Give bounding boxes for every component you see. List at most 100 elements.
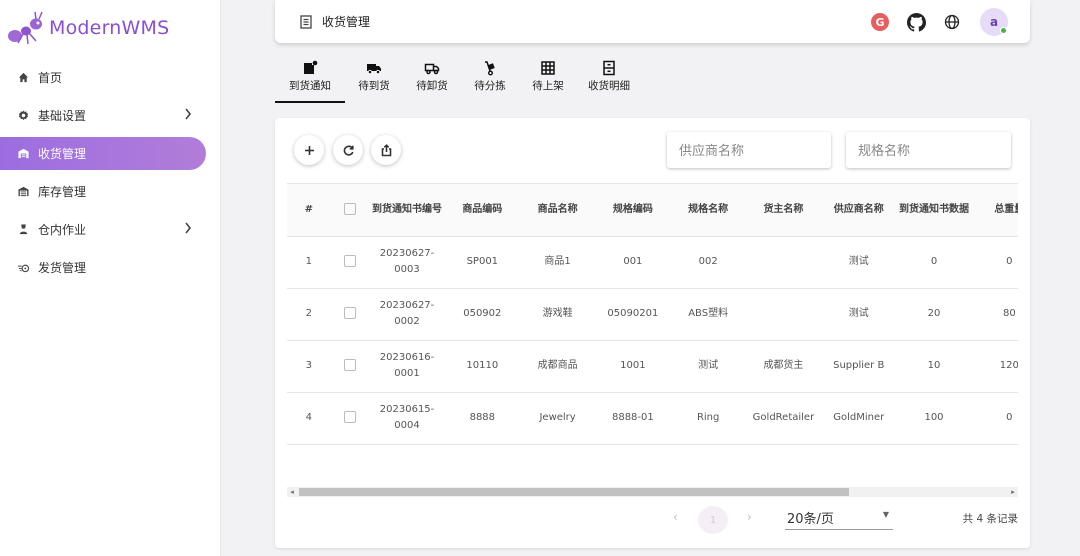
sidebar-item-warehouse-ops[interactable]: 仓内作业 (0, 213, 220, 246)
chevron-right-icon (184, 222, 194, 236)
col-goods-code-header[interactable]: 商品编码 (444, 184, 520, 237)
cell-total-weight: 0 (971, 236, 1018, 289)
refresh-icon (343, 145, 354, 156)
cell-index: 4 (287, 392, 331, 445)
shipping-icon (16, 261, 30, 275)
top-bar: 收货管理 G a (275, 0, 1030, 43)
col-notice-no-header[interactable]: 到货通知书编号 (369, 184, 445, 237)
tab-receiving-detail[interactable]: 收货明细 (577, 58, 641, 103)
document-icon (300, 14, 312, 29)
avatar-letter: a (989, 15, 999, 29)
prev-page-button[interactable]: ‹ (673, 510, 678, 524)
sidebar: ModernWMS 首页 基础设置 收货管理 库存管理 仓内作业 发货管理 (0, 0, 221, 556)
cell-spec-name: ABS塑料 (670, 288, 746, 341)
app-name: ModernWMS (49, 17, 170, 39)
col-notice-qty-header[interactable]: 到货通知书数据 (896, 184, 972, 237)
row-checkbox[interactable] (344, 411, 357, 423)
cell-goods-name: 商品1 (519, 236, 596, 289)
page-size-select[interactable]: 20条/页 ▼ (785, 508, 893, 530)
tab-label: 待上架 (532, 80, 564, 92)
supplier-name-search[interactable] (667, 132, 831, 168)
row-checkbox[interactable] (344, 255, 357, 267)
sidebar-item-label: 基础设置 (38, 109, 87, 123)
cell-select[interactable] (330, 236, 370, 289)
cell-select[interactable] (330, 340, 370, 393)
cell-spec-name: 002 (670, 236, 746, 289)
ant-logo-icon (8, 11, 43, 45)
tab-label: 收货明细 (588, 80, 630, 92)
cell-goods-name: 游戏鞋 (519, 288, 596, 341)
sidebar-item-shipping[interactable]: 发货管理 (0, 251, 220, 284)
app-logo[interactable]: ModernWMS (0, 0, 220, 56)
row-checkbox[interactable] (344, 359, 357, 371)
sidebar-item-receiving[interactable]: 收货管理 (0, 137, 206, 170)
col-supplier-name-header[interactable]: 供应商名称 (821, 184, 897, 237)
cell-spec-code: 05090201 (595, 288, 671, 341)
cell-notice-no: 20230627-0003 (369, 236, 445, 289)
refresh-button[interactable] (333, 135, 363, 165)
spec-name-search[interactable] (846, 132, 1011, 168)
export-button[interactable] (371, 135, 401, 165)
scrollbar-thumb[interactable] (299, 488, 849, 496)
table-row[interactable]: 1 20230627-0003 SP001 商品1 001 002 测试 0 0 (287, 236, 1018, 289)
online-status-dot (1000, 27, 1007, 34)
cell-total-weight: 0 (971, 392, 1018, 445)
truck-icon (366, 60, 382, 76)
main-card: # 到货通知书编号 商品编码 商品名称 规格编码 规格名称 货主名称 供应商名称… (275, 118, 1030, 548)
cell-owner-name (745, 288, 822, 341)
data-table-container: # 到货通知书编号 商品编码 商品名称 规格编码 规格名称 货主名称 供应商名称… (287, 183, 1018, 500)
table-header-row: # 到货通知书编号 商品编码 商品名称 规格编码 规格名称 货主名称 供应商名称… (287, 184, 1018, 237)
add-button[interactable] (294, 135, 324, 165)
current-page-button[interactable]: 1 (698, 506, 728, 534)
cell-goods-code: 8888 (444, 392, 520, 445)
col-total-weight-header[interactable]: 总重量 (971, 184, 1018, 237)
pagination: ‹ 1 › 20条/页 ▼ 共 4 条记录 (275, 506, 1030, 534)
horizontal-scrollbar[interactable]: ◂ ▸ (287, 487, 1018, 497)
cell-supplier-name: 测试 (821, 288, 897, 341)
sidebar-item-inventory[interactable]: 库存管理 (0, 175, 220, 208)
tab-awaiting-sort[interactable]: 待分拣 (461, 58, 519, 103)
cell-spec-name: 测试 (670, 340, 746, 393)
table-row[interactable]: 2 20230627-0002 050902 游戏鞋 05090201 ABS塑… (287, 288, 1018, 341)
cell-notice-no: 20230627-0002 (369, 288, 445, 341)
table-row[interactable]: 4 20230615-0004 8888 Jewelry 8888-01 Rin… (287, 392, 1018, 445)
col-goods-name-header[interactable]: 商品名称 (519, 184, 596, 237)
avatar[interactable]: a (980, 8, 1008, 36)
arrival-notice-table: # 到货通知书编号 商品编码 商品名称 规格编码 规格名称 货主名称 供应商名称… (287, 184, 1018, 445)
next-page-button[interactable]: › (747, 510, 752, 524)
export-icon (381, 143, 391, 156)
spec-name-input[interactable] (858, 142, 1011, 158)
cell-supplier-name: 测试 (821, 236, 897, 289)
github-icon[interactable] (906, 12, 926, 32)
cell-index: 3 (287, 340, 331, 393)
col-spec-code-header[interactable]: 规格编码 (595, 184, 671, 237)
cell-spec-code: 1001 (595, 340, 671, 393)
tab-awaiting-unload[interactable]: 待卸货 (403, 58, 461, 103)
col-owner-name-header[interactable]: 货主名称 (745, 184, 822, 237)
gitee-icon[interactable]: G (870, 12, 890, 32)
col-select-header[interactable] (330, 184, 370, 237)
sidebar-item-basic-settings[interactable]: 基础设置 (0, 99, 220, 132)
tab-arrival-notice[interactable]: 到货通知 (275, 58, 345, 103)
table-row[interactable]: 3 20230616-0001 10110 成都商品 1001 测试 成都货主 … (287, 340, 1018, 393)
globe-icon[interactable] (942, 12, 962, 32)
tab-label: 到货通知 (289, 80, 331, 92)
cell-total-weight: 80 (971, 288, 1018, 341)
cell-notice-qty: 10 (896, 340, 972, 393)
select-all-checkbox[interactable] (344, 202, 357, 215)
cell-select[interactable] (330, 288, 370, 341)
cell-notice-no: 20230616-0001 (369, 340, 445, 393)
tab-awaiting-arrival[interactable]: 待到货 (345, 58, 403, 103)
scroll-right-arrow-icon[interactable]: ▸ (1008, 487, 1018, 497)
total-records: 共 4 条记录 (962, 513, 1018, 525)
caret-down-icon: ▼ (882, 510, 889, 519)
col-spec-name-header[interactable]: 规格名称 (670, 184, 746, 237)
tab-awaiting-shelving[interactable]: 待上架 (519, 58, 577, 103)
cell-notice-qty: 20 (896, 288, 972, 341)
supplier-name-input[interactable] (679, 142, 831, 158)
cell-select[interactable] (330, 392, 370, 445)
scroll-left-arrow-icon[interactable]: ◂ (287, 487, 297, 497)
page-size-value: 20条/页 (787, 512, 834, 527)
sidebar-item-home[interactable]: 首页 (0, 61, 220, 94)
row-checkbox[interactable] (344, 307, 357, 319)
